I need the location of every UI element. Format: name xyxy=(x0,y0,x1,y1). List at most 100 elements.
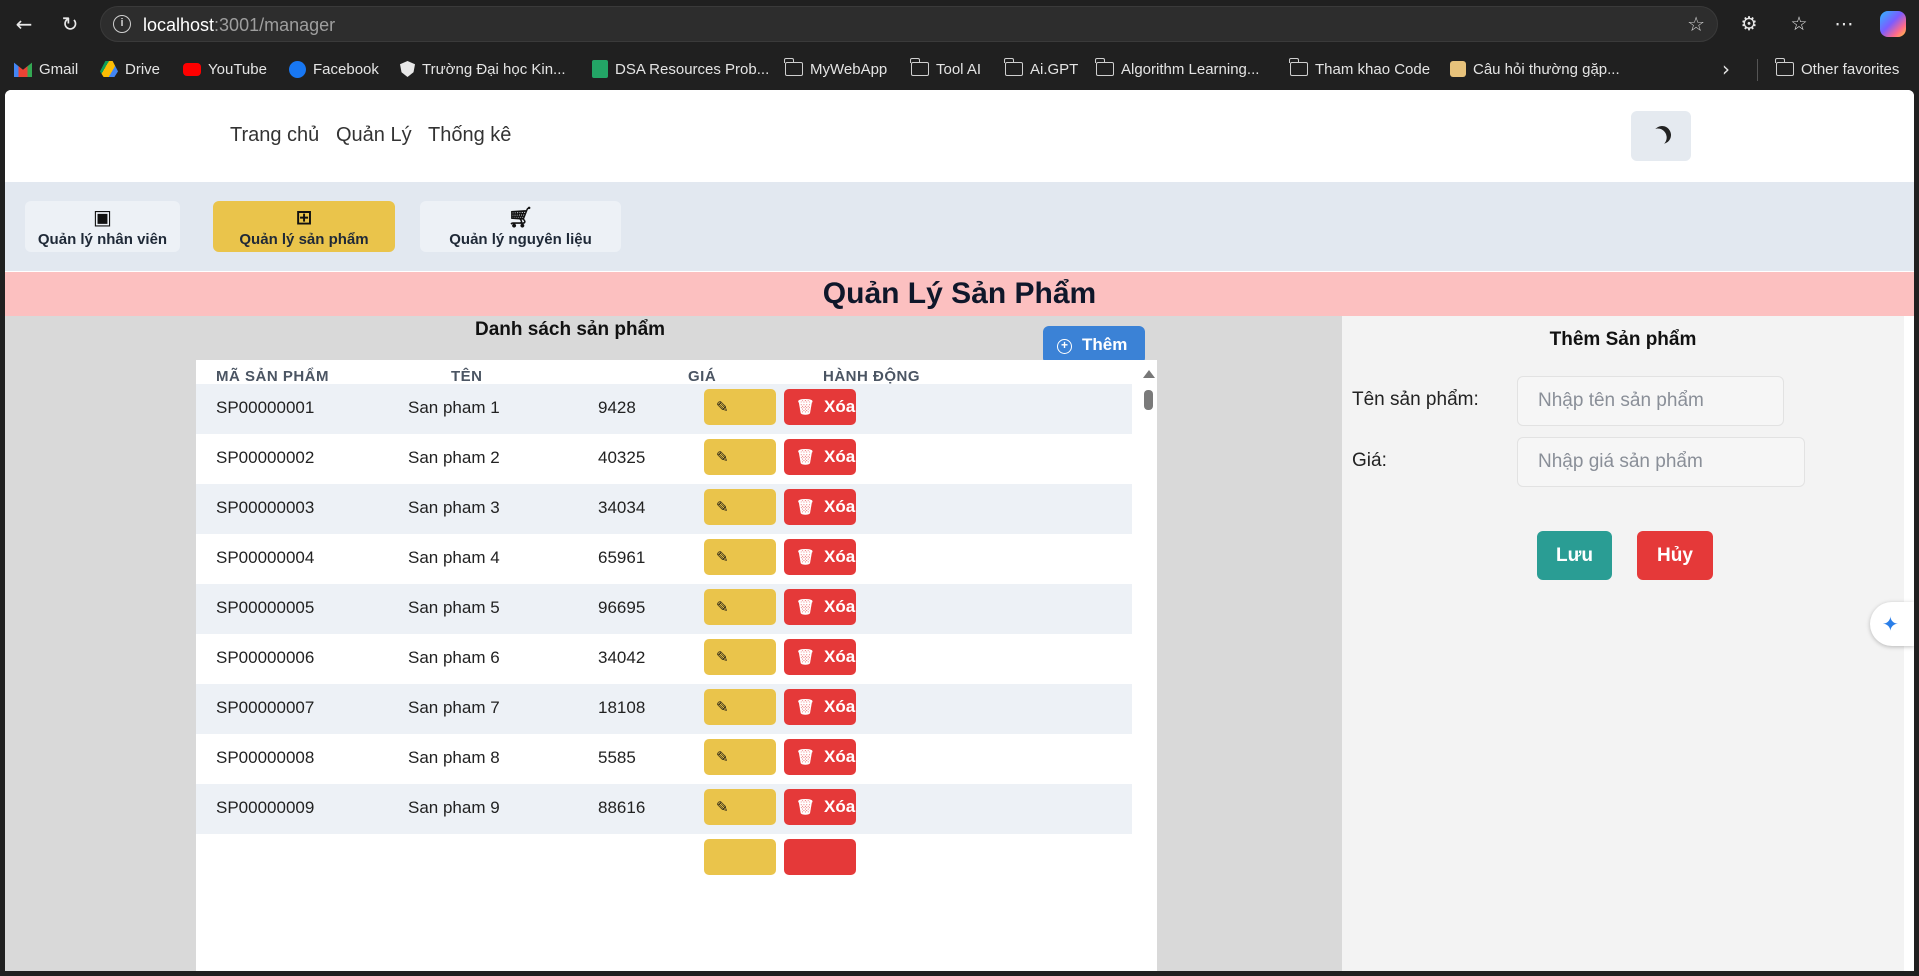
edit-button[interactable] xyxy=(704,839,776,875)
edit-button[interactable]: ✎Sửa xyxy=(704,589,776,652)
product-name-cell: San pham 5 xyxy=(408,598,500,617)
delete-button[interactable]: 🗑︎ Xóa xyxy=(784,489,856,525)
plus-circle-icon: + xyxy=(1057,339,1072,354)
product-price-input[interactable] xyxy=(1517,437,1805,487)
extensions-icon[interactable]: ⚙ xyxy=(1735,10,1763,38)
product-price-label: Giá: xyxy=(1352,450,1387,471)
edit-button[interactable]: ✎Sửa xyxy=(704,489,776,552)
back-icon[interactable]: ← xyxy=(10,10,38,38)
table-row xyxy=(196,834,1132,884)
delete-button[interactable]: 🗑︎ Xóa xyxy=(784,439,856,475)
trash-icon: 🗑︎ xyxy=(796,498,816,516)
edit-button[interactable]: ✎Sửa xyxy=(704,539,776,602)
table-row: SP00000002 San pham 2 40325 ✎Sửa🗑︎Xóa xyxy=(196,434,1132,502)
product-list-panel: Danh sách sản phẩm + Thêm MÃ SẢN PHẨM TÊN… xyxy=(5,316,1342,971)
cancel-button[interactable]: Hủy xyxy=(1637,531,1713,580)
favorite-star-icon[interactable]: ☆ xyxy=(1687,12,1705,36)
trash-icon: 🗑︎ xyxy=(796,598,816,616)
address-bar[interactable]: i localhost:3001/manager ☆ xyxy=(100,6,1718,42)
bookmark-mywebapp[interactable]: MyWebApp xyxy=(784,58,887,80)
product-price-cell: 96695 xyxy=(598,598,646,617)
favorites-icon[interactable]: ☆ xyxy=(1785,10,1813,38)
product-price-cell: 18108 xyxy=(598,698,646,717)
delete-button[interactable]: 🗑︎ Xóa xyxy=(784,589,856,625)
bookmark-dsa[interactable]: DSA Resources Prob... xyxy=(592,58,769,80)
folder-icon xyxy=(1289,58,1308,76)
copilot-icon[interactable] xyxy=(1880,11,1906,37)
folder-icon xyxy=(1095,58,1114,76)
edit-button[interactable]: ✎Sửa xyxy=(704,439,776,502)
bookmark-drive[interactable]: Drive xyxy=(100,58,160,80)
edit-button[interactable]: ✎Sửa xyxy=(704,689,776,752)
bookmarks-overflow-chevron-icon[interactable]: › xyxy=(1722,57,1730,81)
edit-button[interactable]: ✎Sửa xyxy=(704,639,776,702)
bookmark-other-favorites[interactable]: Other favorites xyxy=(1775,58,1899,80)
reload-icon[interactable]: ↻ xyxy=(56,10,84,38)
delete-button[interactable]: 🗑︎ Xóa xyxy=(784,389,856,425)
product-name-cell: San pham 3 xyxy=(408,498,500,517)
site-info-icon[interactable]: i xyxy=(113,15,131,33)
folder-icon xyxy=(1775,58,1794,76)
delete-button[interactable]: 🗑︎ Xóa xyxy=(784,689,856,725)
theme-toggle-button[interactable] xyxy=(1631,111,1691,161)
nav-stats-link[interactable]: Thống kê xyxy=(428,124,511,147)
edit-button[interactable]: ✎Sửa xyxy=(704,739,776,802)
cart-icon: 🛒︎ xyxy=(507,205,534,229)
scroll-up-arrow-icon[interactable] xyxy=(1143,370,1155,378)
bookmark-aigpt[interactable]: Ai.GPT xyxy=(1004,58,1078,80)
product-code-cell: SP00000008 xyxy=(216,748,315,767)
delete-button[interactable] xyxy=(784,839,856,875)
edit-button[interactable]: ✎Sửa xyxy=(704,789,776,852)
folder-icon xyxy=(910,58,929,76)
delete-button[interactable]: 🗑︎ Xóa xyxy=(784,789,856,825)
save-button[interactable]: Lưu xyxy=(1537,531,1612,580)
management-tabs: ▣ Quản lý nhân viên ⊞ Quản lý sản phẩm 🛒… xyxy=(5,182,1914,271)
more-menu-icon[interactable]: ⋯ xyxy=(1830,10,1858,38)
table-row: SP00000007 San pham 7 18108 ✎Sửa🗑︎Xóa xyxy=(196,684,1132,752)
table-scrollbar[interactable] xyxy=(1140,360,1157,971)
edit-button[interactable]: ✎Sửa xyxy=(704,389,776,452)
delete-button[interactable]: 🗑︎ Xóa xyxy=(784,539,856,575)
delete-button[interactable]: 🗑︎ Xóa xyxy=(784,739,856,775)
product-table: MÃ SẢN PHẨM TÊN GIÁ HÀNH ĐỘNG SP00000001… xyxy=(196,360,1157,971)
bookmark-facebook[interactable]: Facebook xyxy=(289,58,379,80)
youtube-icon xyxy=(183,62,201,76)
product-code-cell: SP00000003 xyxy=(216,498,315,517)
edit-pencil-icon: ✎ xyxy=(716,748,729,766)
sidebar-assistant-icon[interactable]: ✦ xyxy=(1870,602,1914,646)
product-name-input[interactable] xyxy=(1517,376,1784,426)
nav-manage-link[interactable]: Quản Lý xyxy=(336,124,412,147)
bookmark-university[interactable]: Trường Đại học Kin... xyxy=(400,58,566,80)
product-price-cell: 9428 xyxy=(598,398,636,417)
bookmark-toolai[interactable]: Tool AI xyxy=(910,58,981,80)
bookmark-thamkhao[interactable]: Tham khao Code xyxy=(1289,58,1430,80)
folder-icon xyxy=(1004,58,1023,76)
scrollbar-thumb[interactable] xyxy=(1144,390,1153,410)
product-name-cell: San pham 7 xyxy=(408,698,500,717)
edit-pencil-icon: ✎ xyxy=(716,398,729,416)
edit-pencil-icon: ✎ xyxy=(716,598,729,616)
edit-pencil-icon: ✎ xyxy=(716,498,729,516)
bookmark-gmail[interactable]: Gmail xyxy=(14,58,78,80)
bookmarks-bar: Gmail Drive YouTube Facebook Trường Đại … xyxy=(0,48,1919,90)
product-price-cell: 40325 xyxy=(598,448,646,467)
bookmark-youtube[interactable]: YouTube xyxy=(183,58,267,80)
browser-toolbar: ← ↻ i localhost:3001/manager ☆ ⚙ ☆ ⋯ xyxy=(0,0,1919,48)
delete-button[interactable]: 🗑︎ Xóa xyxy=(784,639,856,675)
gmail-icon xyxy=(14,62,32,77)
trash-icon: 🗑︎ xyxy=(796,398,816,416)
edit-pencil-icon: ✎ xyxy=(716,648,729,666)
trash-icon: 🗑︎ xyxy=(796,748,816,766)
nav-home-link[interactable]: Trang chủ xyxy=(230,124,319,147)
bookmark-faq[interactable]: Câu hỏi thường gặp... xyxy=(1450,58,1620,80)
tab-products[interactable]: ⊞ Quản lý sản phẩm xyxy=(213,201,395,252)
add-product-button[interactable]: + Thêm xyxy=(1043,326,1145,364)
product-price-cell: 88616 xyxy=(598,798,646,817)
edit-pencil-icon: ✎ xyxy=(716,448,729,466)
bookmark-algorithm[interactable]: Algorithm Learning... xyxy=(1095,58,1259,80)
product-name-cell: San pham 8 xyxy=(408,748,500,767)
tab-employees[interactable]: ▣ Quản lý nhân viên xyxy=(25,201,180,252)
product-code-cell: SP00000006 xyxy=(216,648,315,667)
column-header-name: TÊN xyxy=(451,368,483,385)
tab-ingredients[interactable]: 🛒︎ Quản lý nguyên liệu xyxy=(420,201,621,252)
